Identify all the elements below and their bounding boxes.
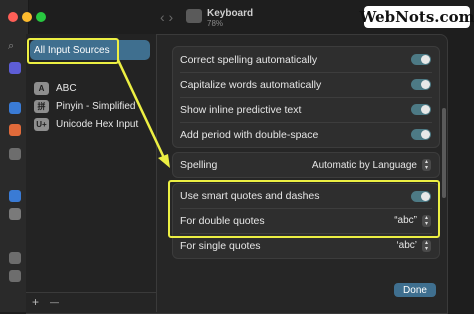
arrow-head xyxy=(158,154,170,168)
annotation-arrow xyxy=(116,59,170,168)
arrow-line xyxy=(116,59,167,161)
